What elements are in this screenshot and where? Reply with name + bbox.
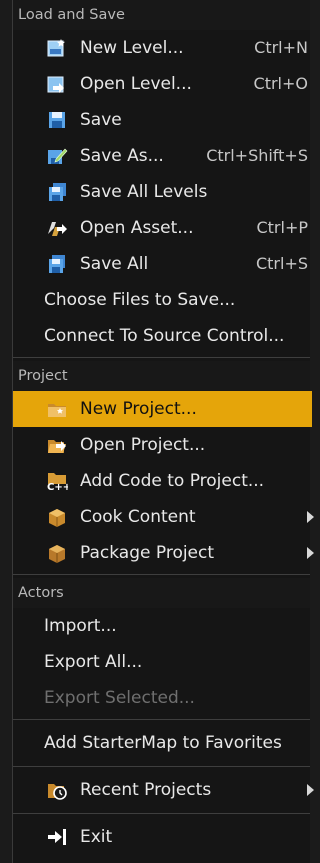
shortcut-label: Ctrl+P (256, 218, 308, 237)
menu-item-label: New Level... (80, 38, 184, 58)
file-menu: Load and Save New Level... Ctrl+N Open L… (12, 0, 314, 863)
menu-item-connect-to-source-control[interactable]: Connect To Source Control... (13, 318, 310, 354)
menu-item-import[interactable]: Import... (13, 608, 310, 644)
shortcut-label: Ctrl+S (255, 254, 308, 273)
cook-content-icon (46, 507, 68, 527)
menu-item-label: Cook Content (80, 507, 196, 527)
menu-item-label: Choose Files to Save... (44, 290, 236, 310)
menu-item-save-all[interactable]: Save All Ctrl+S (13, 246, 310, 282)
menu-item-open-level[interactable]: Open Level... Ctrl+O (13, 66, 310, 102)
menu-item-export-selected: Export Selected... (13, 680, 310, 716)
menu-separator (13, 719, 310, 720)
new-level-icon (46, 38, 68, 58)
recent-projects-icon (46, 780, 68, 800)
menu-item-package-project[interactable]: Package Project (13, 535, 314, 571)
submenu-arrow-icon (307, 547, 314, 559)
menu-item-cook-content[interactable]: Cook Content (13, 499, 314, 535)
menu-item-label: Add Code to Project... (80, 471, 265, 491)
menu-item-label: Export Selected... (44, 688, 195, 708)
menu-item-label: Save (80, 110, 122, 130)
menu-item-new-project[interactable]: New Project... (13, 391, 312, 427)
add-code-icon: C++ (46, 471, 68, 491)
menu-item-open-asset[interactable]: Open Asset... Ctrl+P (13, 210, 310, 246)
section-header-load-and-save: Load and Save (13, 0, 310, 30)
menu-item-label: Connect To Source Control... (44, 326, 285, 346)
section-header-actors: Actors (13, 578, 310, 608)
exit-icon (46, 827, 68, 847)
menu-item-label: Open Project... (80, 435, 206, 455)
menu-item-save-as[interactable]: Save As... Ctrl+Shift+S (13, 138, 310, 174)
open-level-icon (46, 74, 68, 94)
menu-item-label: Import... (44, 616, 117, 636)
menu-separator (13, 357, 310, 358)
menu-item-label: Open Asset... (80, 218, 194, 238)
menu-item-new-level[interactable]: New Level... Ctrl+N (13, 30, 310, 66)
save-all-levels-icon (46, 182, 68, 202)
submenu-arrow-icon (307, 511, 314, 523)
menu-item-open-project[interactable]: Open Project... (13, 427, 310, 463)
package-project-icon (46, 543, 68, 563)
open-project-icon (46, 435, 68, 455)
menu-separator (13, 766, 310, 767)
menu-separator (13, 813, 310, 814)
menu-item-label: Export All... (44, 652, 143, 672)
menu-item-label: Add StarterMap to Favorites (44, 733, 282, 753)
menu-item-label: Package Project (80, 543, 215, 563)
menu-item-label: New Project... (80, 399, 197, 419)
menu-item-label: Open Level... (80, 74, 192, 94)
shortcut-label: Ctrl+Shift+S (206, 146, 308, 165)
menu-item-choose-files-to-save[interactable]: Choose Files to Save... (13, 282, 310, 318)
menu-item-recent-projects[interactable]: Recent Projects (13, 770, 314, 810)
section-header-project: Project (13, 361, 310, 391)
new-project-icon (46, 399, 68, 419)
menu-item-label: Save All Levels (80, 182, 208, 202)
menu-item-label: Save As... (80, 146, 164, 166)
menu-item-save-all-levels[interactable]: Save All Levels (13, 174, 310, 210)
submenu-arrow-icon (307, 784, 314, 796)
save-as-icon (46, 146, 68, 166)
menu-item-save[interactable]: Save (13, 102, 310, 138)
svg-text:C++: C++ (47, 482, 68, 491)
save-all-icon (46, 254, 68, 274)
shortcut-label: Ctrl+N (254, 38, 308, 57)
menu-item-add-code-to-project[interactable]: C++ Add Code to Project... (13, 463, 310, 499)
menu-item-label: Exit (80, 827, 113, 847)
save-icon (46, 110, 68, 130)
menu-item-exit[interactable]: Exit (13, 817, 310, 857)
menu-item-label: Save All (80, 254, 149, 274)
menu-item-export-all[interactable]: Export All... (13, 644, 310, 680)
shortcut-label: Ctrl+O (253, 74, 308, 93)
menu-separator (13, 574, 310, 575)
menu-item-add-startermap-to-favorites[interactable]: Add StarterMap to Favorites (13, 723, 310, 763)
menu-item-label: Recent Projects (80, 780, 212, 800)
open-asset-icon (46, 218, 68, 238)
